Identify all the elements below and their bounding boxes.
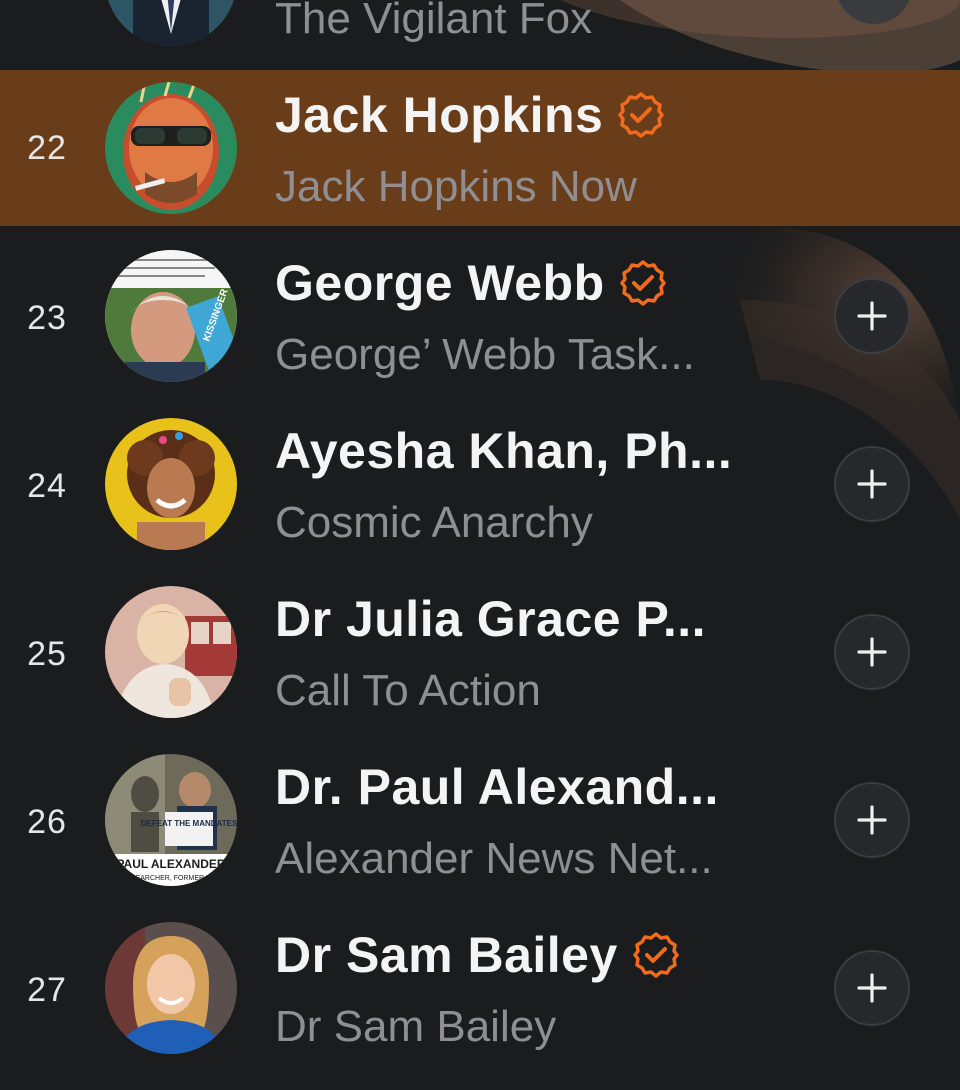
list-item[interactable]: 26 DEFEAT THE MANDATES PAUL ALEXANDER RE…	[0, 744, 960, 900]
name-line: Dr Sam Bailey	[275, 926, 680, 984]
channel-name: Jack Hopkins	[275, 87, 604, 143]
subscribe-button[interactable]	[834, 446, 910, 522]
subscribe-button[interactable]	[834, 950, 910, 1026]
plus-icon	[857, 973, 887, 1003]
plus-icon	[857, 637, 887, 667]
name-line: George Webb	[275, 254, 667, 312]
rank-number: 25	[27, 634, 67, 673]
publication-name: Call To Action	[275, 666, 541, 715]
name-line: Dr. Paul Alexand...	[275, 758, 719, 816]
subtitle: The Vigilant Fox	[275, 0, 593, 43]
channel-name: Dr Julia Grace P...	[275, 591, 707, 647]
avatar-caption-sub-text: RESEARCHER, FORMER HHS	[121, 875, 221, 882]
avatar: DEFEAT THE MANDATES PAUL ALEXANDER RESEA…	[105, 754, 237, 886]
leaderboard-list: The Vigilant Fox 22 Jack Hopkins Jack Ho…	[0, 0, 960, 1090]
publication-name: Jack Hopkins Now	[275, 162, 637, 211]
rank-number: 27	[27, 970, 67, 1009]
plus-icon	[857, 301, 887, 331]
name-line: Jack Hopkins	[275, 86, 665, 144]
avatar	[105, 82, 237, 214]
rank-number: 23	[27, 298, 67, 337]
verified-badge-icon	[618, 92, 665, 138]
list-item[interactable]: 24 Ayesha Khan, Ph... Cosmic Anarchy	[0, 408, 960, 564]
avatar-sign-text: DEFEAT THE MANDATES	[141, 819, 237, 828]
verified-badge-icon	[619, 260, 666, 306]
channel-name: Ayesha Khan, Ph...	[275, 423, 733, 479]
publication-name: Alexander News Net...	[275, 834, 713, 883]
subscribe-button[interactable]	[834, 278, 910, 354]
avatar	[105, 0, 237, 46]
avatar: KISSINGER	[105, 250, 237, 382]
list-item-partial[interactable]: The Vigilant Fox	[0, 0, 960, 70]
publication-name: Cosmic Anarchy	[275, 498, 593, 547]
channel-name: Dr Sam Bailey	[275, 927, 618, 983]
subscribe-button[interactable]	[834, 614, 910, 690]
plus-icon	[857, 469, 887, 499]
verified-badge-icon	[633, 932, 679, 978]
publication-name: Dr Sam Bailey	[275, 1002, 557, 1051]
rank-number: 26	[27, 802, 67, 841]
subscribe-button[interactable]	[834, 782, 910, 858]
avatar	[105, 922, 237, 1054]
publication-name: George’ Webb Task...	[275, 330, 695, 379]
name-line: Ayesha Khan, Ph...	[275, 422, 732, 480]
list-item[interactable]: 22 Jack Hopkins Jack Hopkins Now	[0, 70, 960, 226]
avatar-caption-text: PAUL ALEXANDER	[116, 857, 225, 871]
rank-number: 22	[27, 128, 67, 167]
channel-name: Dr. Paul Alexand...	[275, 759, 719, 815]
list-item[interactable]: 27 Dr Sam Bailey Dr Sam Bailey	[0, 912, 960, 1068]
channel-name: George Webb	[275, 255, 605, 311]
avatar	[105, 586, 237, 718]
avatar	[105, 418, 237, 550]
rank-number: 24	[27, 466, 67, 505]
list-item[interactable]: 25 Dr Julia Grace P... Call To Action	[0, 576, 960, 732]
list-item[interactable]: 23 KISSINGER George Webb George’ Webb Ta…	[0, 240, 960, 396]
plus-icon	[857, 805, 887, 835]
name-line: Dr Julia Grace P...	[275, 590, 706, 648]
